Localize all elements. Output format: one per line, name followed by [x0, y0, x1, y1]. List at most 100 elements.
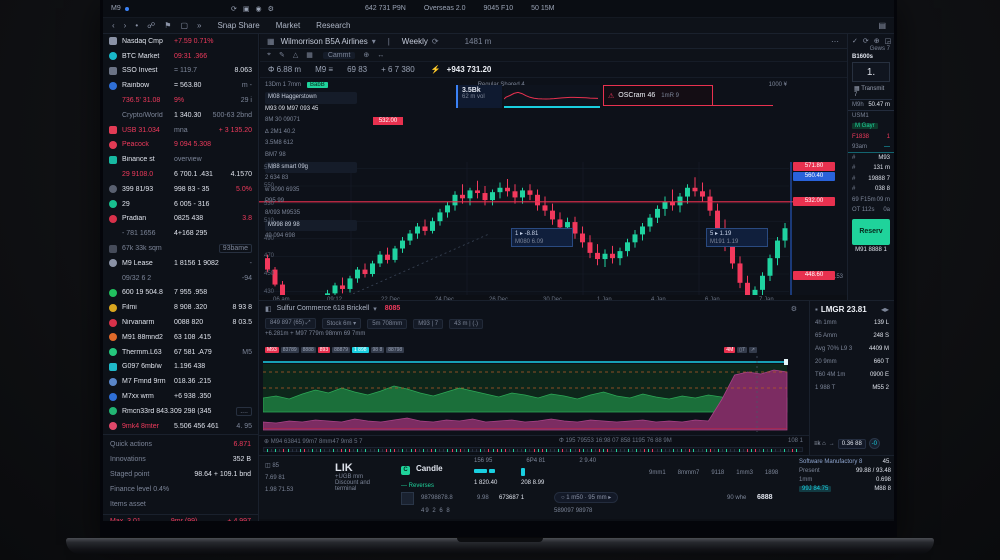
more-icon[interactable]: ⋯	[831, 37, 839, 46]
bottom-toolbar-chip[interactable]: 849 897 (65) ⤢	[265, 318, 316, 329]
watchlist-row[interactable]: M7 Fmnd 9rm018.36 .215	[103, 374, 258, 389]
ticket-row[interactable]: #131 m	[848, 163, 894, 174]
ticket-row[interactable]: #19888 7	[848, 174, 894, 185]
draw-tool-icon[interactable]: △	[293, 51, 298, 59]
nav-icon[interactable]: ⚑	[164, 21, 171, 30]
gear-icon[interactable]: ⚙	[791, 305, 797, 313]
ticket-row[interactable]: #038 8	[848, 184, 894, 195]
watchlist-row[interactable]: Thermm.L6367 581 .A79M5	[103, 345, 258, 360]
sidebar-icon[interactable]: ◲	[885, 37, 892, 45]
nav-icons[interactable]: ‹ › • ☍ ⚑ ▢ »	[103, 21, 201, 30]
list-icon[interactable]: ≡k ⌂	[814, 441, 826, 447]
watchlist-row[interactable]: Pradian0825 4383.8	[103, 212, 258, 227]
ticket-row[interactable]: 93am—	[848, 142, 894, 153]
tool-icons[interactable]: ⌖ ✎ △ ▦	[267, 51, 313, 59]
buy-button[interactable]: Reserv	[852, 219, 890, 245]
bottom-toolbar-chip[interactable]: 5m 708mm	[367, 319, 407, 329]
teal-chip[interactable]: 99J 84.75	[799, 486, 831, 492]
watchlist-row[interactable]: 736.5' 31.089%29 i	[103, 93, 258, 108]
timeframe-select[interactable]: Weekly	[402, 37, 428, 46]
watchlist-row[interactable]: Filmi8 908 .3208 93 8	[103, 300, 258, 315]
watchlist-row[interactable]: 296 005 - 316	[103, 197, 258, 212]
transmit-row[interactable]: ▦ Transmit 7	[850, 84, 892, 100]
sidebar-icon[interactable]: ⊕	[874, 37, 880, 45]
bottom-title[interactable]: Sulfur Commerce 618 Brickell	[277, 305, 370, 312]
title-icon[interactable]: ⚙	[268, 6, 274, 13]
watchlist-row[interactable]: 399 81/93998 83 - 355.0%	[103, 182, 258, 197]
main-chart-panel[interactable]: 13Dm 1 7mm BabB Regular Shared 4 1000 ¥ …	[259, 78, 847, 295]
watchlist-row[interactable]: Peacock9 094 5.308	[103, 138, 258, 153]
nav-icon[interactable]: •	[135, 21, 138, 30]
order-thumb[interactable]	[401, 492, 414, 505]
draw-tool-icon[interactable]: ▦	[306, 51, 313, 59]
candle-label[interactable]: Candle	[416, 464, 443, 473]
watchlist-row[interactable]: 09/32 6 2-94	[103, 271, 258, 286]
grid-icon[interactable]: ▦	[267, 37, 275, 46]
toggle-1[interactable]	[474, 468, 495, 475]
ticket-row[interactable]: M Gayr	[848, 121, 894, 132]
tab-market[interactable]: Market	[276, 21, 300, 30]
title-icon[interactable]: ◉	[256, 6, 262, 13]
draw-tool-icon[interactable]: ⌖	[267, 51, 271, 59]
sidebar-icon[interactable]: ⟳	[863, 37, 869, 45]
watchlist-row[interactable]: Binance stoverview	[103, 152, 258, 167]
arrows-icon[interactable]: ↔	[377, 52, 384, 59]
title-icon[interactable]: ⟳	[231, 6, 237, 13]
stats-nav-icons[interactable]: ◂▸	[881, 305, 889, 314]
mini-timeline[interactable]	[263, 447, 803, 452]
panel-toggle-icon[interactable]: ▤	[878, 21, 886, 30]
connect-chip[interactable]: Cammt	[323, 52, 356, 59]
title-icons[interactable]: ⟳ ▣ ◉ ⚙	[231, 5, 280, 13]
order-options-pill[interactable]: ○ 1 m50 · 95 mm ▸	[554, 492, 618, 503]
watchlist-row[interactable]: M91 88mnd263 108 .415	[103, 330, 258, 345]
refresh-icon[interactable]: ⟳	[432, 37, 439, 46]
watchlist-row[interactable]: Nirvanarm0088 8208 03.5	[103, 315, 258, 330]
memory-badge[interactable]: 0.36 88	[838, 439, 866, 449]
bottom-chart-panel[interactable]: ◧ Sulfur Commerce 618 Brickell ▾ 8085 ⚙ …	[259, 300, 809, 435]
ticket-row[interactable]: OT 112s0a	[848, 205, 894, 216]
draw-tool-icon[interactable]: ✎	[279, 51, 285, 59]
alert-box[interactable]: ⚠ OSCram 46 1mR 9	[603, 85, 713, 106]
watchlist-row[interactable]: 9mk4 8mter5.506 456 4614. 95	[103, 419, 258, 434]
sidebar-icons[interactable]: ✓ ⟳ ⊕ ◲	[848, 34, 894, 46]
collapse-button[interactable]: -0	[869, 438, 880, 449]
toggle-2[interactable]	[521, 468, 525, 478]
bottom-toolbar-chip[interactable]: 43 m | (.)	[449, 319, 483, 329]
nav-icon[interactable]: ‹	[112, 21, 115, 30]
watchlist-row[interactable]: Rainbow= 563.80m -	[103, 78, 258, 93]
sidebar-icon[interactable]: ✓	[852, 37, 858, 45]
nav-icon[interactable]: ▢	[180, 21, 188, 30]
ticket-row[interactable]: USM1	[848, 111, 894, 122]
tab-research[interactable]: Research	[316, 21, 350, 30]
title-icon[interactable]: ▣	[243, 6, 250, 13]
chevron-down-icon[interactable]: ▾	[372, 37, 376, 46]
ticket-row[interactable]: #M93	[848, 153, 894, 164]
watchlist-row[interactable]: USB 31.034mna+ 3 135.20	[103, 123, 258, 138]
quantity-field[interactable]: 1.	[852, 62, 890, 82]
plus-icon[interactable]: ⊕	[363, 51, 369, 59]
watchlist-row[interactable]: Rmcn33rd 843.3509 298 (345....	[103, 404, 258, 419]
ticket-row[interactable]: 69 F15m09 m	[848, 195, 894, 206]
reverses-label[interactable]: — Reverses	[401, 483, 443, 489]
watchlist-row[interactable]: SSO Invest= 119.78.063	[103, 64, 258, 79]
ticket-row[interactable]: M9h50.47 m	[848, 100, 894, 111]
chevron-down-icon[interactable]: ▾	[373, 305, 377, 313]
depth-chart[interactable]	[263, 356, 799, 434]
watchlist-row[interactable]: BTC Market09:31 .366	[103, 49, 258, 64]
symbol-select[interactable]: Wilmorrison B5A Airlines	[281, 37, 368, 46]
watchlist-row[interactable]: 29 9108.06 700.1 .4314.1570	[103, 167, 258, 182]
tab-snapshare[interactable]: Snap Share	[217, 21, 259, 30]
bottom-toolbar[interactable]: 849 897 (65) ⤢Stock 6m ▾5m 708mmM93 | 74…	[259, 316, 809, 331]
watchlist-row[interactable]: M9 Lease1 8156 1 9082-	[103, 256, 258, 271]
bottom-toolbar-chip[interactable]: M93 | 7	[413, 319, 443, 329]
watchlist-row[interactable]: 67k 33k sqm93bame	[103, 241, 258, 256]
position-tag-2[interactable]: 5 ▸ 1.19 M191 1.19	[706, 228, 768, 247]
watchlist-row[interactable]: G097 6mb/w1.196 438	[103, 360, 258, 375]
nav-icon[interactable]: »	[197, 21, 201, 30]
watchlist-row[interactable]: M7xx wrm+6 938 .350	[103, 389, 258, 404]
ticket-row[interactable]: F18381	[848, 132, 894, 143]
nav-icon[interactable]: ☍	[147, 21, 155, 30]
nav-icon[interactable]: ›	[124, 21, 127, 30]
watchlist-row[interactable]: Crypto/World1 340.30500-63 2bnd	[103, 108, 258, 123]
position-tag-1[interactable]: 1 ▸ -8.81 M080 6.09	[511, 228, 573, 247]
